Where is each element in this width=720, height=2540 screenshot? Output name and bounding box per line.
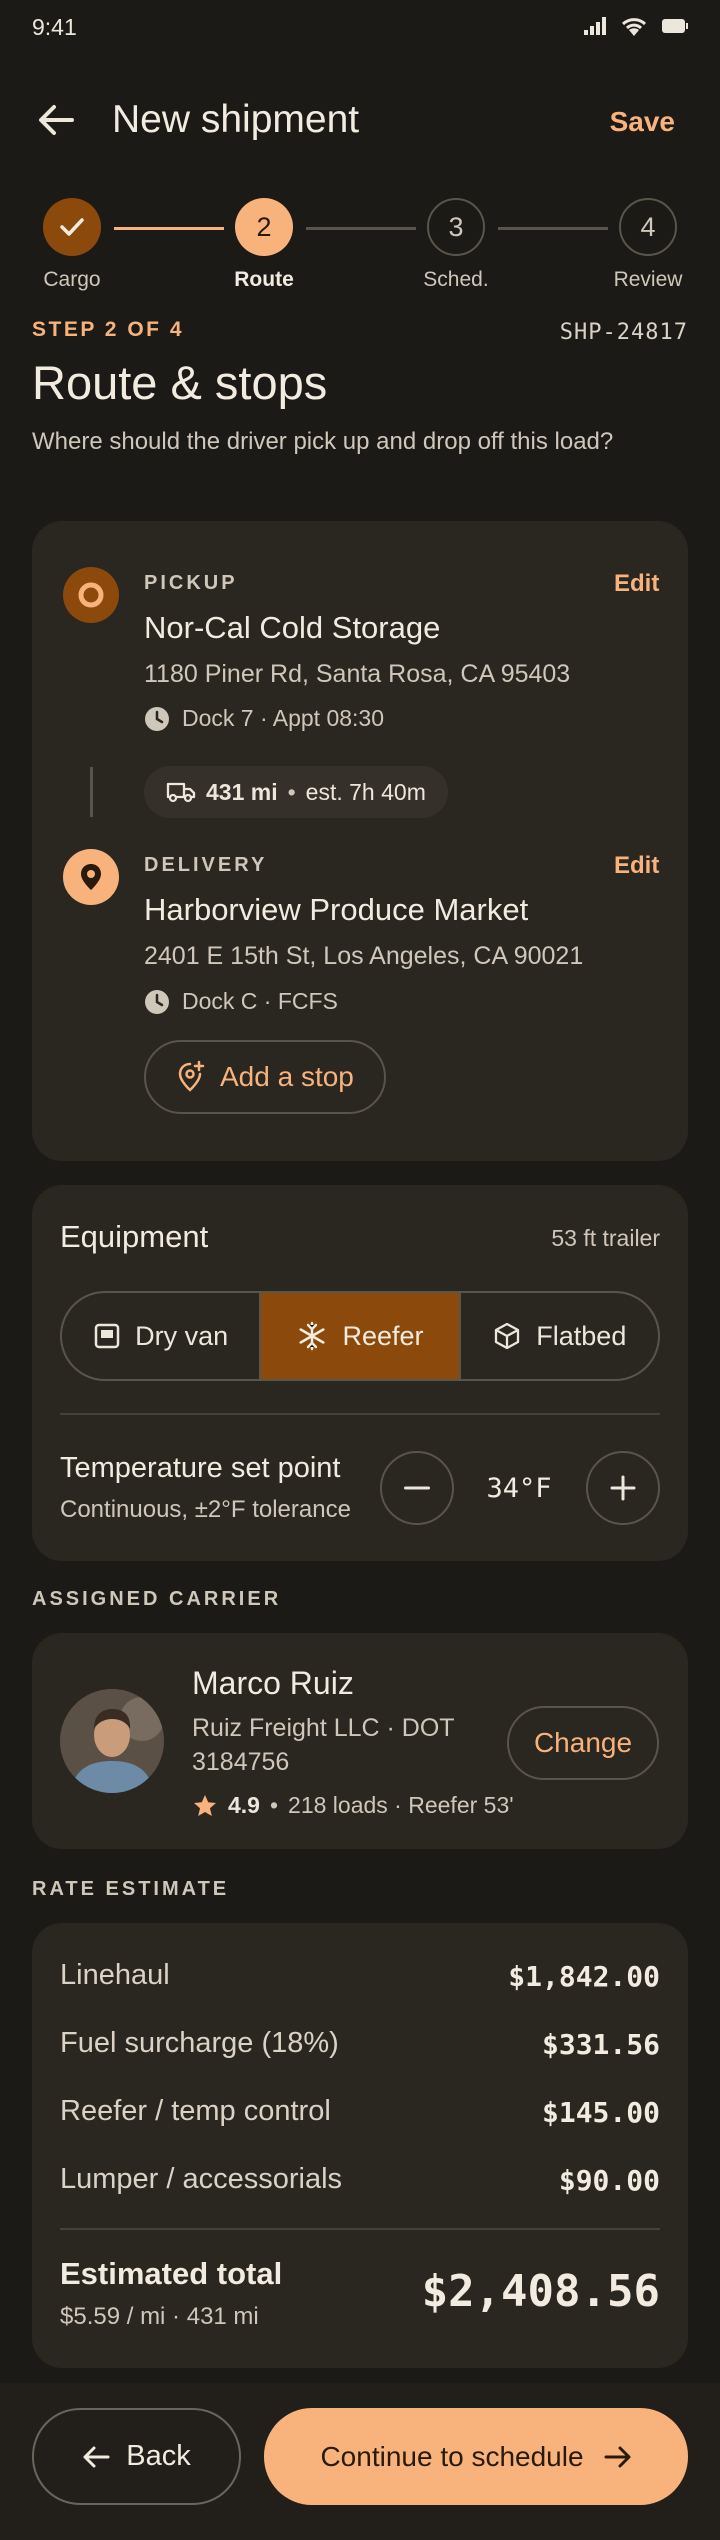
delivery-meta-text: Dock C · FCFS: [182, 988, 338, 1014]
carrier-meta: 4.9 • 218 loads · Reefer 53': [192, 1792, 514, 1819]
step-cargo[interactable]: [43, 198, 101, 256]
pickup-meta-text: Dock 7 · Appt 08:30: [182, 705, 385, 731]
back-arrow-icon[interactable]: [36, 100, 76, 140]
equipment-size: 53 ft trailer: [551, 1225, 660, 1251]
delivery-marker-icon: [63, 849, 119, 905]
star-icon: [194, 1794, 216, 1816]
route-distance: 431 mi: [206, 778, 278, 805]
rate-row-label: Lumper / accessorials: [60, 2163, 343, 2195]
battery-icon: [662, 19, 688, 33]
delivery-edit-button[interactable]: Edit: [614, 852, 659, 880]
carrier-name: Marco Ruiz: [192, 1665, 354, 1701]
pickup-edit-button[interactable]: Edit: [614, 570, 659, 598]
step-review[interactable]: 4: [619, 198, 677, 256]
stepper-connector: [114, 227, 224, 230]
delivery-address: 2401 E 15th St, Los Angeles, CA 90021: [144, 942, 584, 970]
arrow-left-icon: [83, 2446, 110, 2467]
route-leg-chip: 431 mi • est. 7h 40m: [144, 766, 448, 818]
total-per-mile: $5.59 / mi · 431 mi: [60, 2303, 259, 2330]
equipment-option-label: Reefer: [342, 1320, 424, 1351]
temperature-value: 34°F: [486, 1473, 552, 1504]
shipment-id: SHP-24817: [559, 320, 688, 345]
equipment-option-label: Flatbed: [536, 1320, 627, 1351]
dot-separator: •: [287, 778, 296, 805]
route-duration: est. 7h 40m: [305, 778, 426, 805]
rate-row-value: $90.00: [558, 2164, 660, 2197]
step-label-schedule: Sched.: [423, 268, 489, 291]
divider: [60, 1413, 660, 1415]
divider: [60, 2228, 660, 2230]
step-label-cargo: Cargo: [43, 268, 101, 291]
rate-heading: RATE ESTIMATE: [32, 1878, 230, 1900]
carrier-heading: ASSIGNED CARRIER: [32, 1588, 282, 1610]
equipment-option-label: Dry van: [135, 1320, 229, 1351]
route-connector-line: [90, 767, 93, 817]
clock-icon: [145, 706, 169, 731]
equipment-option-reefer[interactable]: Reefer: [259, 1293, 459, 1379]
status-icons: [584, 16, 688, 36]
step-route[interactable]: 2: [235, 198, 293, 256]
wifi-icon: [621, 18, 647, 36]
cube-icon: [495, 1322, 520, 1350]
step-label-route: Route: [234, 268, 294, 291]
step-schedule[interactable]: 3: [427, 198, 485, 256]
status-time: 9:41: [32, 14, 77, 40]
arrow-right-icon: [604, 2446, 631, 2467]
total-label: Estimated total: [60, 2256, 283, 2291]
rate-row-value: $145.00: [541, 2096, 660, 2129]
back-button[interactable]: Back: [32, 2408, 241, 2505]
delivery-meta: Dock C · FCFS: [144, 988, 338, 1015]
add-stop-label: Add a stop: [220, 1061, 354, 1092]
add-stop-button[interactable]: Add a stop: [144, 1040, 386, 1114]
save-button[interactable]: Save: [610, 106, 675, 138]
carrier-company: Ruiz Freight LLC · DOT 3184756: [192, 1714, 455, 1776]
checkmark-icon: [60, 218, 84, 236]
rate-row-value: $331.56: [541, 2028, 660, 2061]
continue-label: Continue to schedule: [320, 2440, 584, 2472]
rate-row-label: Reefer / temp control: [60, 2095, 331, 2127]
step-label-review: Review: [613, 268, 683, 291]
page-title: New shipment: [112, 98, 360, 141]
equipment-option-flatbed[interactable]: Flatbed: [458, 1293, 658, 1379]
plus-icon: [610, 1475, 636, 1501]
signal-icon: [584, 17, 606, 35]
clock-icon: [145, 989, 169, 1014]
rate-row-label: Fuel surcharge (18%): [60, 2027, 339, 2059]
equipment-selector: Dry van Reefer Flatbed: [60, 1291, 660, 1381]
temperature-increase-button[interactable]: [586, 1451, 660, 1525]
delivery-kind: DELIVERY: [144, 854, 268, 876]
carrier-details: 218 loads · Reefer 53': [288, 1792, 514, 1818]
section-subtitle: Where should the driver pick up and drop…: [32, 428, 614, 455]
add-location-icon: [178, 1060, 205, 1092]
continue-button[interactable]: Continue to schedule: [264, 2408, 688, 2505]
pickup-kind: PICKUP: [144, 572, 238, 594]
change-carrier-button[interactable]: Change: [507, 1706, 659, 1780]
snowflake-icon: [299, 1321, 326, 1351]
total-value: $2,408.56: [421, 2266, 660, 2317]
pickup-marker-icon: [63, 567, 119, 623]
dot-separator: •: [269, 1792, 279, 1818]
step-progress-text: STEP 2 OF 4: [32, 318, 184, 341]
minus-icon: [404, 1486, 430, 1490]
temperature-decrease-button[interactable]: [380, 1451, 454, 1525]
carrier-rating: 4.9: [228, 1792, 260, 1818]
pickup-meta: Dock 7 · Appt 08:30: [144, 705, 384, 732]
rate-row-label: Linehaul: [60, 1959, 170, 1991]
truck-icon: [166, 782, 196, 803]
temperature-tolerance: Continuous, ±2°F tolerance: [60, 1496, 351, 1523]
pickup-name: Nor-Cal Cold Storage: [144, 610, 441, 645]
equipment-option-dry-van[interactable]: Dry van: [62, 1293, 259, 1379]
stepper-connector: [498, 227, 608, 230]
temperature-label: Temperature set point: [60, 1452, 341, 1484]
delivery-name: Harborview Produce Market: [144, 892, 529, 927]
rate-row-value: $1,842.00: [508, 1960, 660, 1993]
back-label: Back: [126, 2440, 191, 2472]
box-icon: [94, 1323, 120, 1349]
section-title: Route & stops: [32, 356, 328, 409]
stepper-connector: [306, 227, 416, 230]
avatar: [60, 1689, 164, 1793]
equipment-title: Equipment: [60, 1219, 209, 1254]
pickup-address: 1180 Piner Rd, Santa Rosa, CA 95403: [144, 660, 571, 688]
